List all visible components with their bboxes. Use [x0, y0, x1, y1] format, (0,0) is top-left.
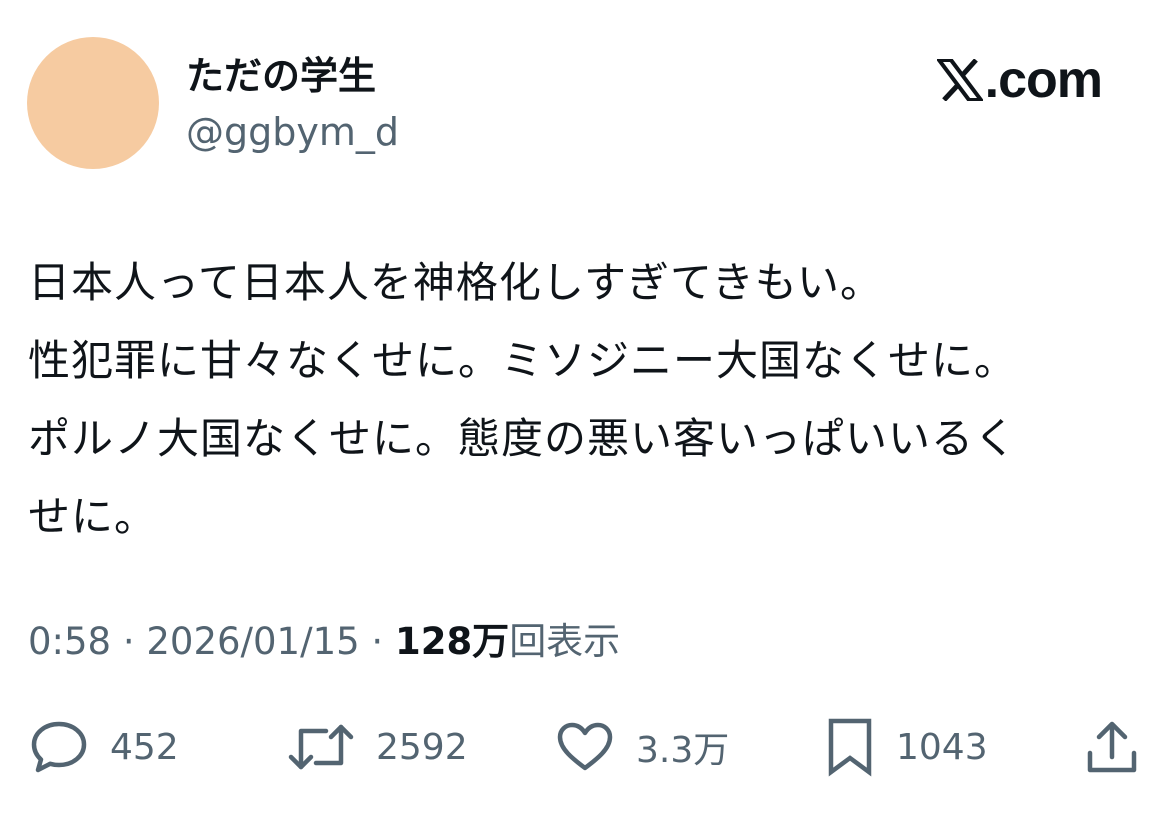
post-time[interactable]: 0:58 [28, 620, 111, 663]
tweet-text-line: 日本人って日本人を神格化しすぎてきもい。 [28, 258, 883, 307]
heart-icon [557, 722, 613, 771]
repost-button[interactable]: 2592 [288, 712, 468, 782]
like-button[interactable]: 3.3万 [556, 712, 729, 782]
share-button[interactable] [1084, 712, 1140, 782]
tweet-text-line: せに。 [28, 492, 158, 541]
avatar[interactable] [27, 37, 159, 169]
post-date[interactable]: 2026/01/15 [146, 620, 359, 663]
bookmark-button[interactable]: 1043 [826, 712, 988, 782]
reply-button[interactable]: 452 [30, 712, 179, 782]
brand-domain-text: .com [984, 51, 1103, 109]
user-handle[interactable]: @ggbym_d [186, 106, 399, 158]
share-icon [1087, 721, 1137, 773]
tweet-text-line: ポルノ大国なくせに。態度の悪い客いっぱいいるく [28, 414, 1018, 463]
bookmark-count: 1043 [896, 726, 988, 768]
meta-separator: · [359, 620, 395, 663]
tweet-text-line: 性犯罪に甘々なくせに。ミソジニー大国なくせに。 [28, 336, 1018, 385]
x-brand: .com [936, 50, 1103, 110]
views-label: 回表示 [509, 620, 621, 663]
tweet-text: 日本人って日本人を神格化しすぎてきもい。 性犯罪に甘々なくせに。ミソジニー大国な… [28, 244, 1128, 556]
tweet-meta: 0:58 · 2026/01/15 · 128万回表示 [28, 614, 620, 670]
views-count: 128万 [394, 620, 510, 663]
reply-count: 452 [110, 726, 179, 768]
display-name[interactable]: ただの学生 [186, 50, 376, 102]
meta-separator: · [111, 620, 147, 663]
x-logo-icon [936, 59, 983, 101]
bookmark-icon [828, 718, 872, 777]
like-count: 3.3万 [636, 730, 730, 771]
repost-count: 2592 [376, 726, 468, 768]
reply-icon [31, 721, 87, 773]
action-bar: 452 2592 3.3万 1043 [0, 712, 1170, 782]
repost-icon [288, 724, 354, 770]
